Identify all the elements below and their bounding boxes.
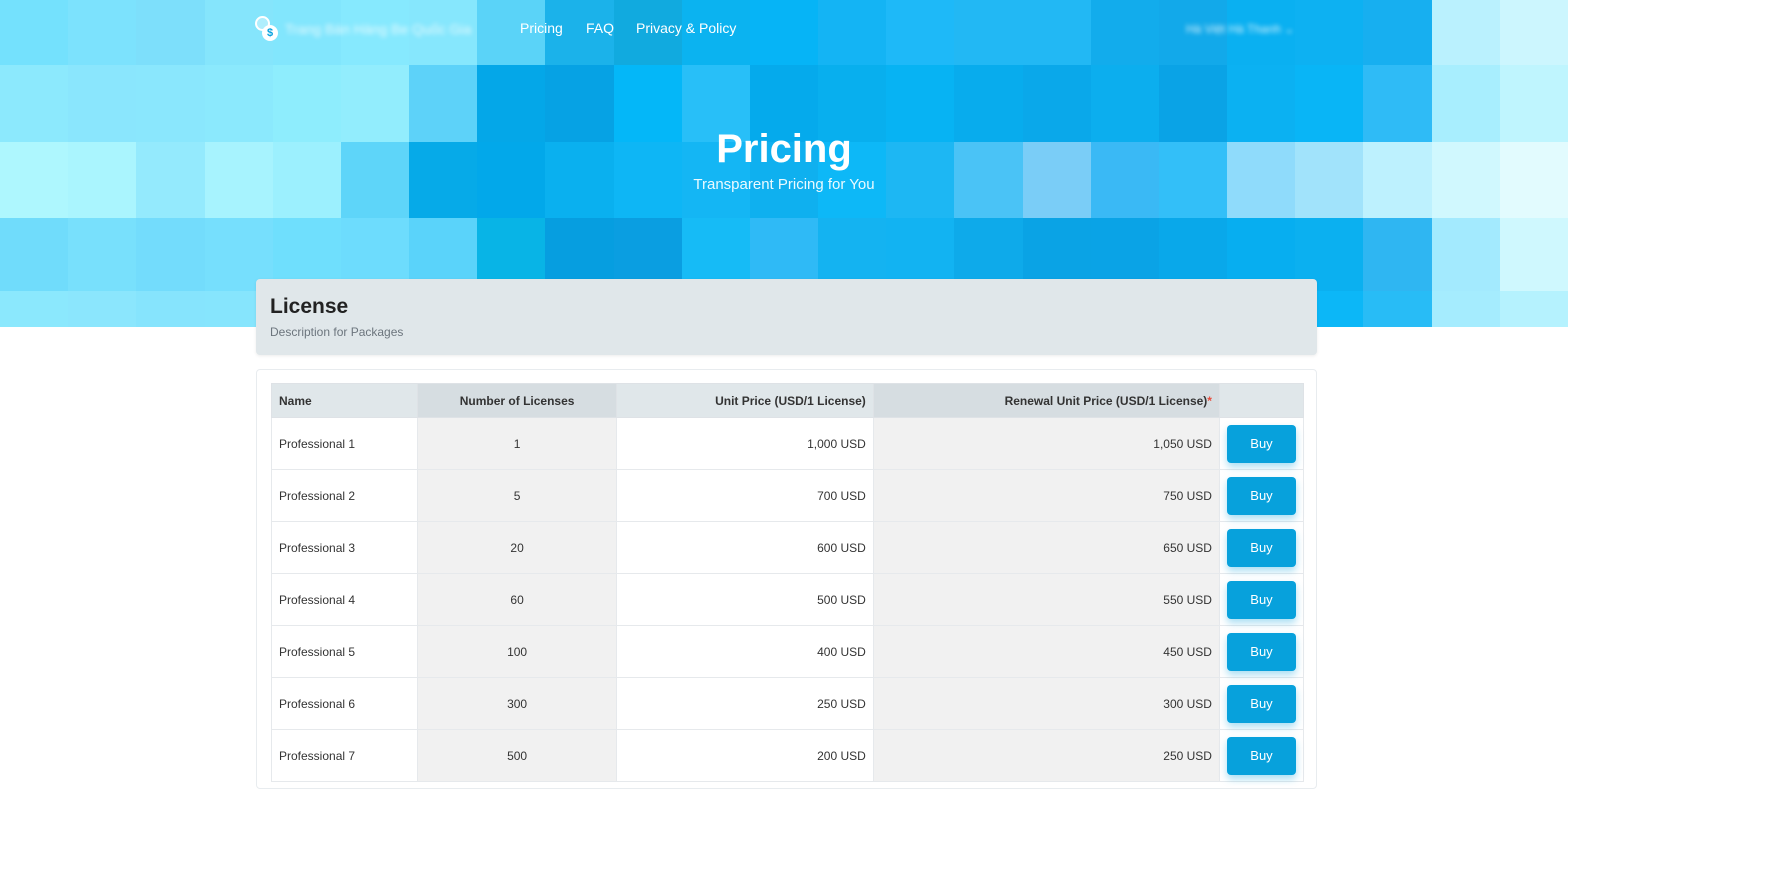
- cell-number-of-licenses: 5: [416, 469, 618, 522]
- cell-renewal-price: 450 USD: [872, 625, 1220, 678]
- buy-button[interactable]: Buy: [1226, 736, 1296, 775]
- user-name: Hà Việt Hà Thanh: [1186, 22, 1281, 36]
- buy-button[interactable]: Buy: [1226, 632, 1296, 671]
- cell-name: Professional 3: [271, 521, 418, 574]
- hero-tile: [68, 291, 137, 327]
- table-header-row: Name Number of Licenses Unit Price (USD/…: [271, 383, 1305, 418]
- buy-button[interactable]: Buy: [1226, 684, 1296, 723]
- cell-number-of-licenses: 500: [416, 729, 618, 782]
- hero-tile: [68, 218, 137, 291]
- page-title: Pricing: [716, 127, 852, 171]
- cell-renewal-price: 1,050 USD: [872, 417, 1220, 470]
- cell-renewal-price: 550 USD: [872, 573, 1220, 626]
- cell-name: Professional 2: [271, 469, 418, 522]
- coin-logo-icon: $: [255, 16, 279, 42]
- cell-action: Buy: [1218, 469, 1305, 522]
- table-row: Professional 3 20 600 USD 650 USD Buy: [271, 521, 1305, 574]
- cell-action: Buy: [1218, 625, 1305, 678]
- table-row: Professional 2 5 700 USD 750 USD Buy: [271, 469, 1305, 522]
- user-menu[interactable]: Hà Việt Hà Thanh ⌄: [1186, 22, 1294, 36]
- hero-tile: [0, 291, 69, 327]
- pricing-table-card: Name Number of Licenses Unit Price (USD/…: [256, 369, 1317, 789]
- cell-unit-price: 200 USD: [616, 729, 874, 782]
- nav-link-pricing[interactable]: Pricing: [520, 20, 563, 36]
- cell-renewal-price: 250 USD: [872, 729, 1220, 782]
- cell-number-of-licenses: 300: [416, 677, 618, 730]
- buy-button[interactable]: Buy: [1226, 424, 1296, 463]
- required-asterisk: *: [1207, 393, 1212, 408]
- page-subtitle: Transparent Pricing for You: [693, 176, 875, 193]
- license-header-card: License Description for Packages: [256, 279, 1317, 355]
- header-renewal-label: Renewal Unit Price (USD/1 License): [1004, 393, 1208, 408]
- cell-action: Buy: [1218, 417, 1305, 470]
- cell-name: Professional 7: [271, 729, 418, 782]
- cell-unit-price: 400 USD: [616, 625, 874, 678]
- cell-action: Buy: [1218, 521, 1305, 574]
- cell-renewal-price: 650 USD: [872, 521, 1220, 574]
- license-description: Description for Packages: [270, 325, 404, 339]
- header-action: [1218, 383, 1305, 418]
- cell-action: Buy: [1218, 573, 1305, 626]
- cell-number-of-licenses: 100: [416, 625, 618, 678]
- table-row: Professional 1 1 1,000 USD 1,050 USD Buy: [271, 417, 1305, 470]
- chevron-down-icon: ⌄: [1284, 22, 1295, 36]
- hero-tile: [1499, 218, 1568, 291]
- buy-button[interactable]: Buy: [1226, 528, 1296, 567]
- hero-tile: [136, 291, 205, 327]
- hero-tile: [1363, 291, 1432, 327]
- hero-tile: [1431, 218, 1500, 291]
- cell-name: Professional 1: [271, 417, 418, 470]
- cell-number-of-licenses: 20: [416, 521, 618, 574]
- table-row: Professional 4 60 500 USD 550 USD Buy: [271, 573, 1305, 626]
- buy-button[interactable]: Buy: [1226, 476, 1296, 515]
- nav-link-faq[interactable]: FAQ: [586, 20, 614, 36]
- header-unit-price: Unit Price (USD/1 License): [616, 383, 874, 418]
- hero-tile: [1363, 218, 1432, 291]
- header-renewal-unit-price: Renewal Unit Price (USD/1 License)*: [872, 383, 1220, 418]
- cell-renewal-price: 750 USD: [872, 469, 1220, 522]
- pricing-table: Name Number of Licenses Unit Price (USD/…: [271, 383, 1305, 782]
- brand-name: Trang Bán Hàng Be Quốc Gia: [285, 21, 472, 37]
- license-title: License: [270, 295, 349, 318]
- nav-link-privacy-policy[interactable]: Privacy & Policy: [636, 20, 736, 36]
- cell-name: Professional 4: [271, 573, 418, 626]
- header-name: Name: [271, 383, 418, 418]
- hero-tile: [0, 218, 69, 291]
- cell-action: Buy: [1218, 729, 1305, 782]
- table-row: Professional 5 100 400 USD 450 USD Buy: [271, 625, 1305, 678]
- cell-renewal-price: 300 USD: [872, 677, 1220, 730]
- table-row: Professional 7 500 200 USD 250 USD Buy: [271, 729, 1305, 782]
- header-number-of-licenses: Number of Licenses: [416, 383, 618, 418]
- buy-button[interactable]: Buy: [1226, 580, 1296, 619]
- cell-name: Professional 5: [271, 625, 418, 678]
- cell-number-of-licenses: 60: [416, 573, 618, 626]
- cell-unit-price: 600 USD: [616, 521, 874, 574]
- cell-number-of-licenses: 1: [416, 417, 618, 470]
- cell-action: Buy: [1218, 677, 1305, 730]
- cell-unit-price: 500 USD: [616, 573, 874, 626]
- cell-unit-price: 250 USD: [616, 677, 874, 730]
- hero-tile: [1431, 291, 1500, 327]
- cell-name: Professional 6: [271, 677, 418, 730]
- top-navbar: $ Trang Bán Hàng Be Quốc Gia Pricing FAQ…: [0, 0, 1568, 58]
- table-row: Professional 6 300 250 USD 300 USD Buy: [271, 677, 1305, 730]
- brand[interactable]: $ Trang Bán Hàng Be Quốc Gia: [255, 16, 471, 42]
- hero-tile: [1499, 291, 1568, 327]
- hero-tile: [136, 218, 205, 291]
- cell-unit-price: 700 USD: [616, 469, 874, 522]
- cell-unit-price: 1,000 USD: [616, 417, 874, 470]
